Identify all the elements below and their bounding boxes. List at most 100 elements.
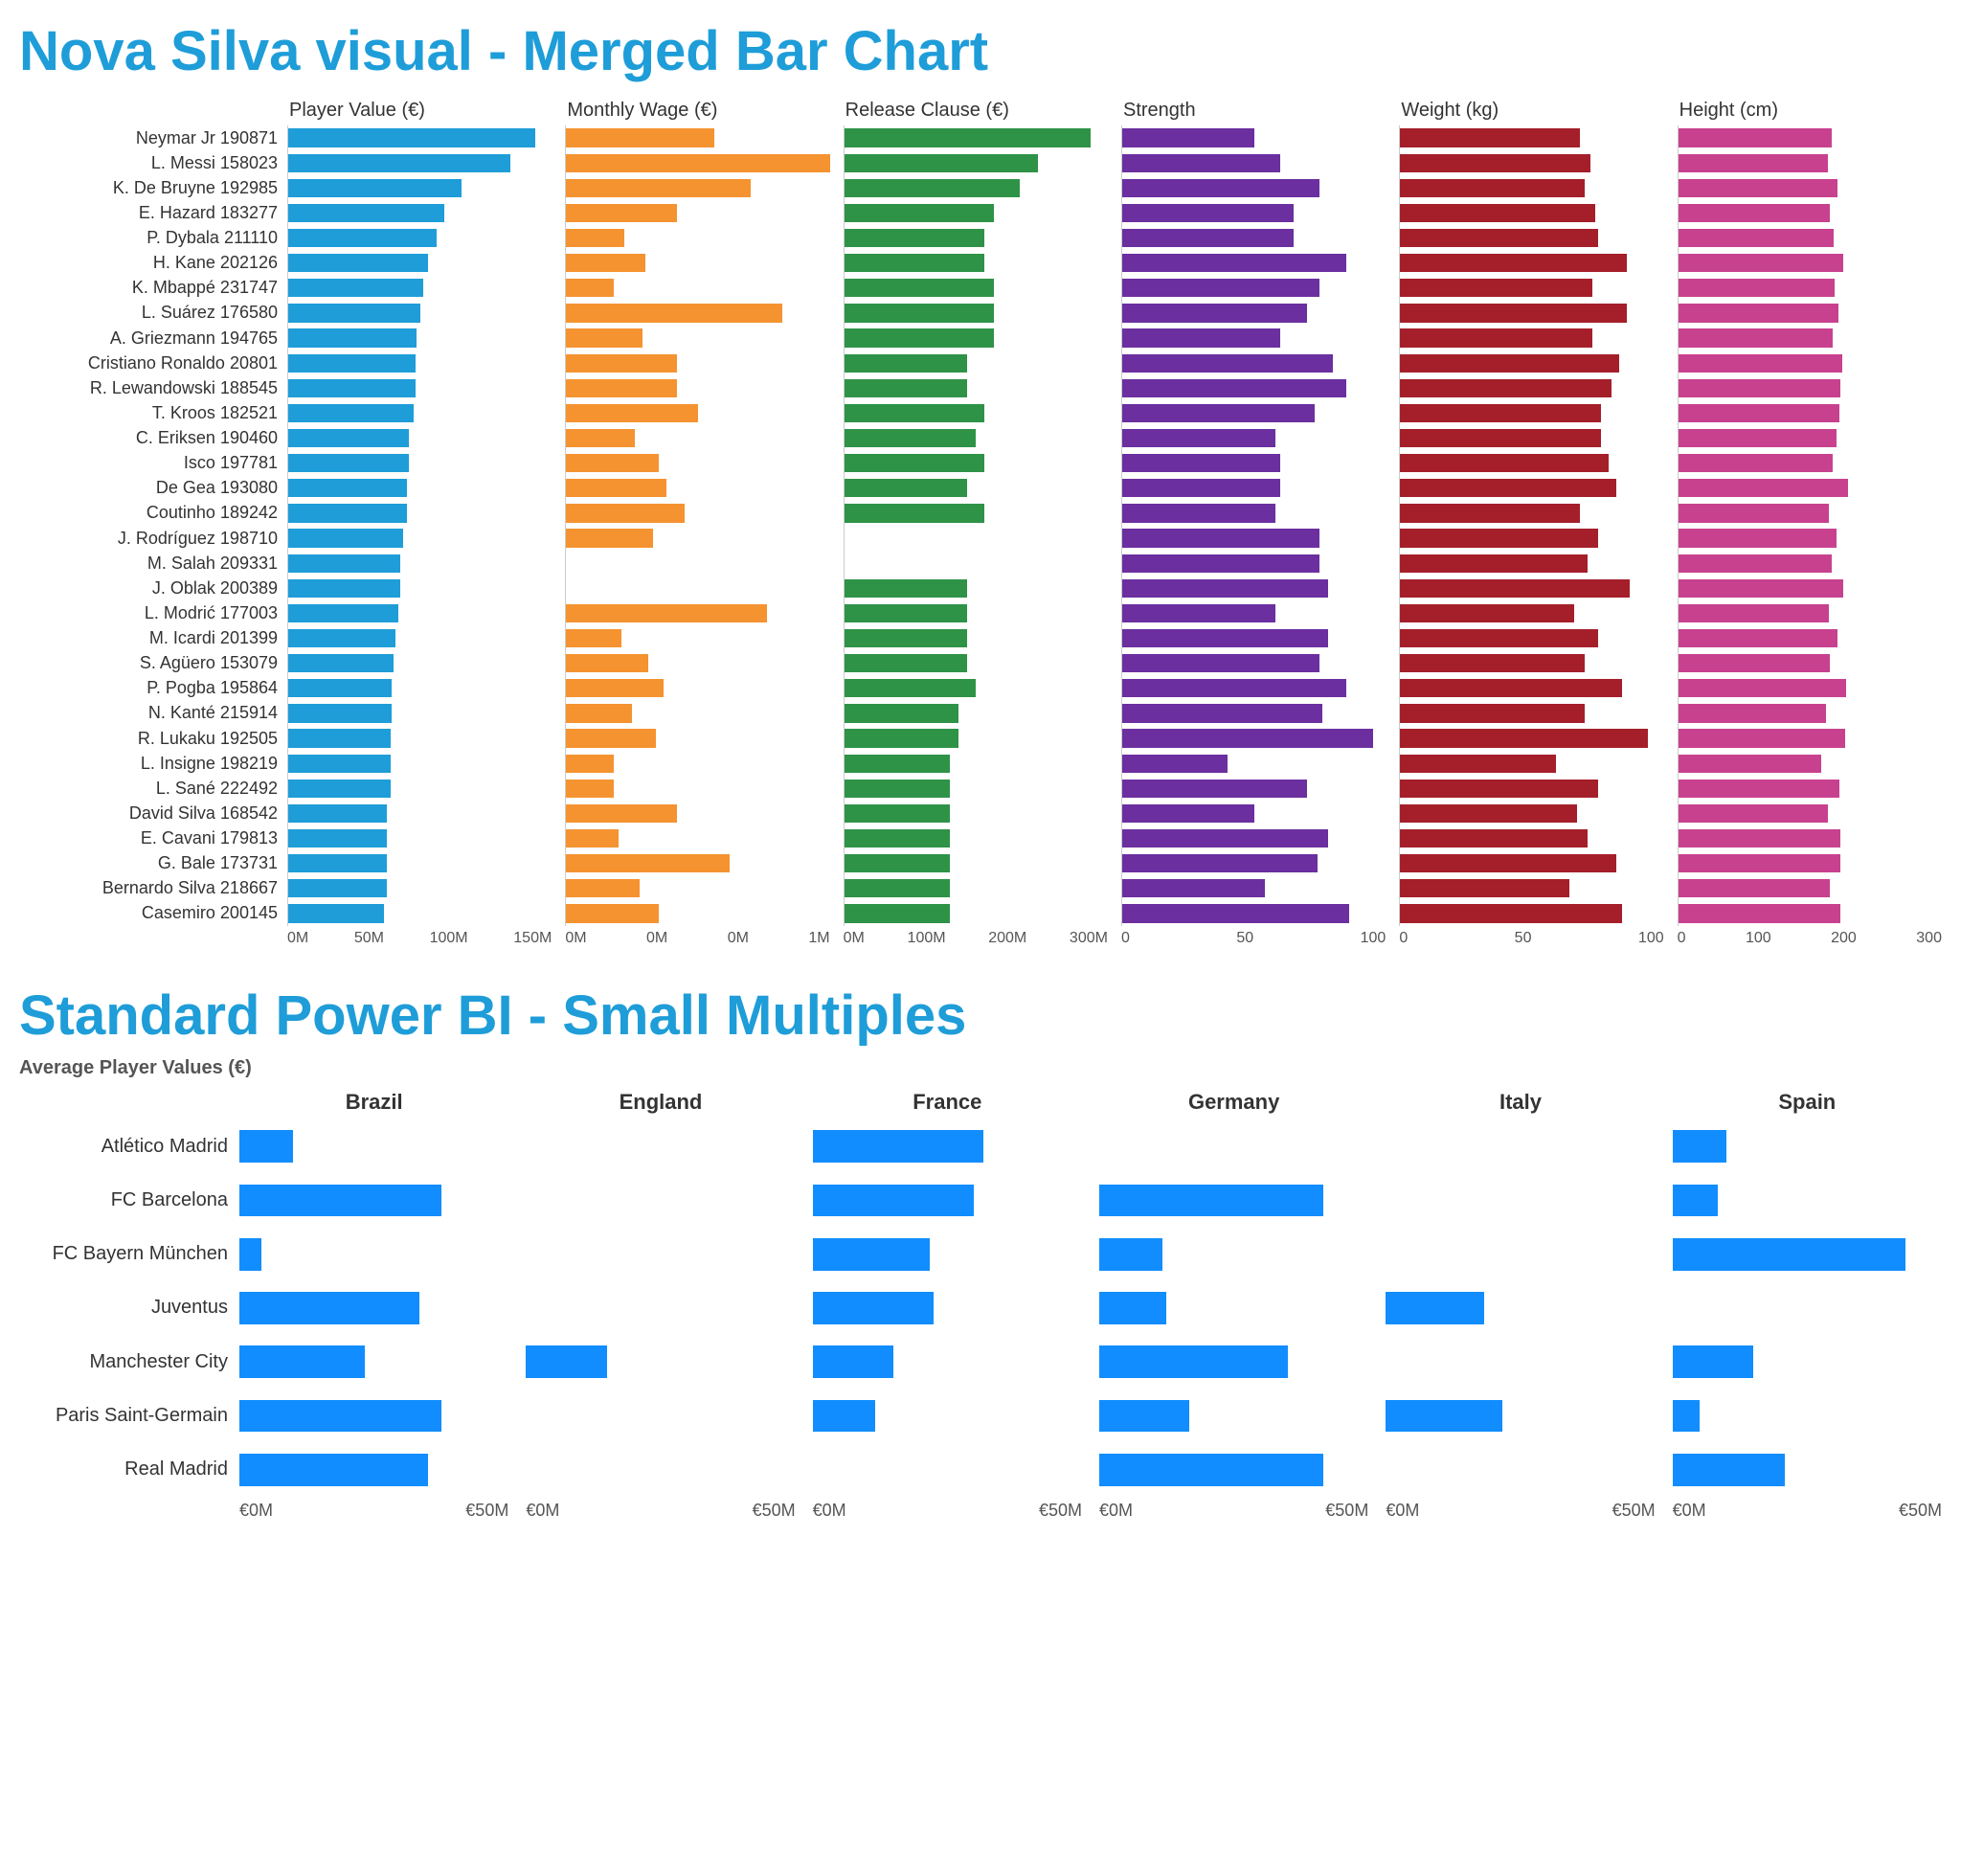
- bar-row: [1400, 451, 1663, 476]
- axis-tick: €50M: [1325, 1501, 1368, 1526]
- bar-row: [288, 375, 552, 400]
- bar-row: [1679, 876, 1942, 901]
- bar-row: [1673, 1173, 1942, 1227]
- bar: [566, 154, 829, 172]
- bar-row: [1679, 125, 1942, 150]
- bar: [845, 755, 950, 773]
- bar: [566, 379, 677, 397]
- bar: [288, 604, 398, 622]
- bar: [1673, 1130, 1726, 1163]
- bar-row: [288, 175, 552, 200]
- axis-tick: €50M: [753, 1501, 796, 1526]
- bar: [1122, 504, 1275, 522]
- bar: [566, 279, 614, 297]
- sm-column-header: England: [526, 1085, 795, 1119]
- bar-row: [1679, 501, 1942, 526]
- bar: [1122, 904, 1349, 922]
- bar-row: [566, 826, 829, 851]
- bar-row: [1673, 1281, 1942, 1335]
- bar: [1679, 254, 1844, 272]
- bar: [1122, 454, 1280, 472]
- bar-row: [845, 701, 1108, 726]
- merged-row-label: A. Griezmann 194765: [19, 326, 287, 350]
- bar: [1400, 529, 1597, 547]
- bar: [1122, 554, 1319, 573]
- bar-row: [813, 1119, 1082, 1173]
- bar: [845, 579, 967, 598]
- bar: [845, 229, 985, 247]
- axis-tick: 100M: [908, 930, 946, 955]
- bar-row: [566, 851, 829, 876]
- bar: [1679, 804, 1828, 823]
- merged-columns: Player Value (€)0M50M100M150MMonthly Wag…: [287, 93, 1942, 955]
- bar-row: [1679, 676, 1942, 701]
- bar-row: [1400, 701, 1663, 726]
- bar: [566, 854, 730, 872]
- merged-row-label: R. Lukaku 192505: [19, 726, 287, 751]
- bar: [1673, 1185, 1718, 1217]
- bar-row: [1679, 751, 1942, 776]
- bar: [288, 804, 387, 823]
- bar-row: [813, 1389, 1082, 1442]
- bar: [845, 254, 985, 272]
- bar: [288, 229, 437, 247]
- bar-row: [566, 426, 829, 451]
- bar-row: [845, 726, 1108, 751]
- bar: [288, 179, 462, 197]
- bar-row: [566, 901, 829, 926]
- bar: [1400, 328, 1592, 347]
- bar: [813, 1185, 975, 1217]
- bar: [1673, 1238, 1906, 1271]
- bar: [288, 254, 428, 272]
- merged-x-axis: 0M0M0M1M: [565, 926, 829, 955]
- bar-row: [1122, 600, 1386, 625]
- bar-row: [1386, 1228, 1655, 1281]
- bar: [566, 604, 766, 622]
- bar-row: [288, 851, 552, 876]
- bar-row: [845, 551, 1108, 576]
- bar-row: [1122, 175, 1386, 200]
- bar: [1122, 829, 1328, 848]
- bar-row: [1679, 826, 1942, 851]
- bar-row: [845, 350, 1108, 375]
- bar-row: [288, 876, 552, 901]
- bar: [566, 128, 713, 147]
- bar: [845, 304, 994, 322]
- bar-row: [566, 876, 829, 901]
- bar-row: [1386, 1389, 1655, 1442]
- bar-row: [813, 1173, 1082, 1227]
- merged-row-label: J. Rodríguez 198710: [19, 526, 287, 551]
- bar-row: [845, 375, 1108, 400]
- bar: [1122, 854, 1318, 872]
- bar-row: [1122, 651, 1386, 676]
- bar: [1400, 629, 1597, 647]
- bar-row: [288, 276, 552, 301]
- bar: [288, 554, 400, 573]
- bar-row: [526, 1443, 795, 1497]
- bar: [239, 1185, 441, 1217]
- bar-row: [845, 150, 1108, 175]
- bar-row: [1679, 726, 1942, 751]
- bar: [1099, 1400, 1189, 1433]
- bar-row: [1400, 626, 1663, 651]
- bar: [566, 829, 619, 848]
- bar-row: [566, 501, 829, 526]
- bar: [566, 755, 614, 773]
- bar-row: [1679, 801, 1942, 825]
- sm-x-axis: €0M€50M: [526, 1497, 795, 1526]
- bar: [1400, 279, 1592, 297]
- bar: [1122, 755, 1228, 773]
- bar-row: [566, 301, 829, 326]
- merged-column-header: Release Clause (€): [844, 93, 1108, 125]
- bar-row: [288, 476, 552, 501]
- bar: [1679, 279, 1835, 297]
- bar-row: [1122, 626, 1386, 651]
- bar: [566, 729, 656, 747]
- bar: [288, 128, 535, 147]
- bar-row: [288, 526, 552, 551]
- bar: [288, 829, 387, 848]
- bar-row: [845, 326, 1108, 350]
- bar-row: [239, 1443, 508, 1497]
- bar-row: [1679, 576, 1942, 600]
- bar-row: [1400, 901, 1663, 926]
